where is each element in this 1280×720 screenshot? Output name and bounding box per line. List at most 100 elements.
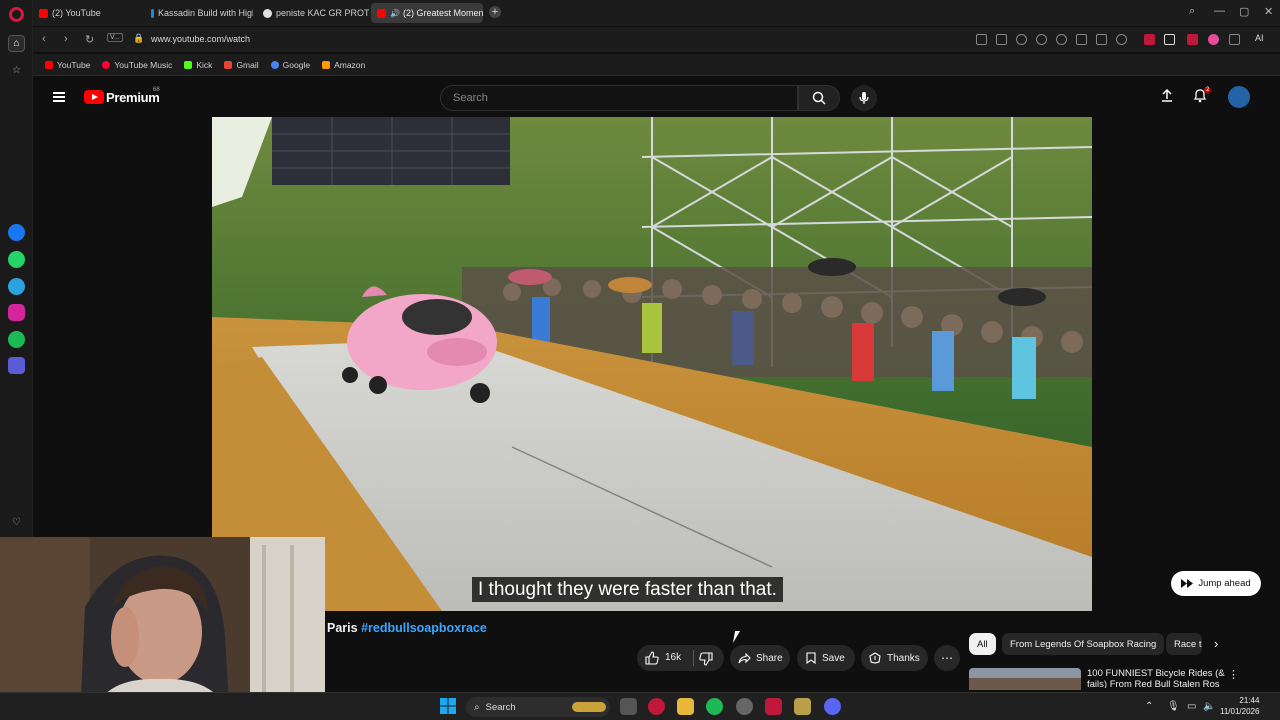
url-field[interactable]: www.youtube.com/watch (151, 34, 250, 44)
chips-next-icon[interactable]: › (1214, 636, 1218, 651)
video-caption: I thought they were faster than that. (472, 577, 783, 602)
dislike-button[interactable] (699, 652, 713, 669)
minimize-button[interactable]: — (1214, 5, 1225, 17)
youtube-logo-icon[interactable] (84, 90, 104, 104)
maximize-button[interactable]: ▢ (1239, 5, 1249, 18)
forward-icon[interactable]: › (64, 33, 68, 45)
search-input[interactable]: Search (440, 85, 798, 111)
reload-icon[interactable]: ↻ (85, 33, 94, 46)
extensions-icon[interactable] (1229, 34, 1240, 45)
camera-icon[interactable] (996, 34, 1007, 45)
microphone-tray-icon[interactable]: 🎙 (1167, 701, 1180, 712)
like-button[interactable] (645, 651, 659, 668)
monitor-tray-icon[interactable]: ▭ (1187, 701, 1196, 712)
avatar[interactable] (1228, 86, 1250, 108)
messenger-icon[interactable] (8, 224, 25, 241)
tab-kassadin[interactable]: Kassadin Build with Highe (145, 3, 253, 23)
chip-all[interactable]: All (969, 633, 996, 655)
edit-icon[interactable] (976, 34, 987, 45)
youtube-header: Premium 68 Search 2 (36, 82, 1280, 114)
more-actions-button[interactable]: ⋯ (934, 645, 960, 671)
vpn-badge[interactable]: V... (107, 33, 123, 42)
tray-expand-icon[interactable]: ⌃ (1145, 701, 1153, 712)
lock-icon[interactable]: 🔒 (133, 33, 144, 44)
bookmark-gmail[interactable]: Gmail (224, 60, 259, 70)
bookmark-youtube-music[interactable]: YouTube Music (102, 60, 172, 70)
opera-logo-icon[interactable] (9, 7, 24, 22)
menu-icon[interactable] (53, 92, 65, 102)
speaker-icon[interactable]: 🔊 (390, 9, 400, 18)
thanks-button[interactable]: Thanks (861, 645, 928, 671)
tab-google-search[interactable]: peniste KAC GR PROTEIN (257, 3, 369, 23)
close-window-button[interactable]: ✕ (1264, 5, 1273, 18)
title-text: Paris (327, 621, 358, 635)
search-highlight-icon (572, 702, 606, 712)
tab-greatest-moments[interactable]: 🔊 (2) Greatest Moments (371, 3, 483, 23)
home-icon[interactable]: ⌂ (8, 35, 25, 52)
chip-race[interactable]: Race t (1166, 633, 1202, 655)
windows-taskbar: ⌕ Search ⌃ 🎙 ▭ 🔈 21:44 11/01/2026 (0, 692, 1280, 720)
tab-youtube[interactable]: (2) YouTube (33, 3, 143, 23)
extension-icon[interactable] (1144, 34, 1155, 45)
recommendation-thumbnail[interactable] (969, 668, 1081, 690)
windows-start-icon[interactable] (440, 698, 456, 714)
rec-more-icon[interactable]: ⋮ (1228, 668, 1239, 681)
video-frame (212, 117, 1092, 611)
menu-list-icon[interactable] (1096, 34, 1107, 45)
voice-search-button[interactable] (851, 85, 877, 111)
system-clock[interactable]: 21:44 11/01/2026 (1220, 695, 1259, 717)
bookmark-label: Amazon (334, 59, 366, 70)
jump-ahead-button[interactable]: Jump ahead (1171, 571, 1261, 596)
star-icon[interactable]: ☆ (8, 62, 25, 79)
google-favicon-icon (263, 8, 272, 18)
heart-icon[interactable] (1056, 34, 1067, 45)
rec-title-line: 100 FUNNIEST Bicycle Rides (& (1087, 668, 1225, 679)
instagram-icon[interactable] (8, 304, 25, 321)
opera-gx-icon[interactable] (648, 698, 665, 715)
bookmark-google[interactable]: Google (270, 59, 311, 70)
obs-icon[interactable] (736, 698, 753, 715)
spotify-taskbar-icon[interactable] (706, 698, 723, 715)
share-button[interactable]: Share (730, 645, 790, 671)
ai-button[interactable]: AI (1255, 33, 1264, 43)
whatsapp-icon[interactable] (8, 251, 25, 268)
telegram-icon[interactable] (8, 278, 25, 295)
thumbnail-image (969, 668, 1081, 690)
youtube-premium-label[interactable]: Premium (106, 90, 160, 105)
upload-icon[interactable] (1160, 88, 1174, 105)
task-view-icon[interactable] (620, 698, 637, 715)
extension-icon[interactable] (1208, 34, 1219, 45)
discord-icon[interactable] (824, 698, 841, 715)
spotify-icon[interactable] (8, 331, 25, 348)
bookmark-amazon[interactable]: Amazon (322, 60, 365, 70)
search-button[interactable] (798, 85, 840, 111)
extension-icon[interactable] (1187, 34, 1198, 45)
chip-from-legends[interactable]: From Legends Of Soapbox Racing (1002, 633, 1165, 655)
bookmark-youtube[interactable]: YouTube (45, 60, 90, 70)
volume-tray-icon[interactable]: 🔈 (1203, 701, 1215, 712)
bookmark-kick[interactable]: Kick (184, 60, 212, 70)
video-player[interactable] (212, 117, 1092, 611)
player-icon[interactable] (8, 357, 25, 374)
back-icon[interactable]: ‹ (42, 33, 46, 45)
extension-icon[interactable] (1164, 34, 1175, 45)
profile-icon[interactable] (1116, 34, 1127, 45)
new-tab-button[interactable]: + (489, 6, 501, 18)
download-icon[interactable] (1076, 34, 1087, 45)
search-tabs-icon[interactable]: ⌕ (1189, 5, 1195, 18)
heart-icon[interactable]: ♡ (8, 514, 25, 531)
bookmark-label: Google (282, 59, 311, 70)
screen: ⌂ ☆ ♡ (2) YouTube Kassadin Build with Hi… (0, 0, 1280, 720)
file-explorer-icon[interactable] (677, 698, 694, 715)
search-placeholder: Search (453, 92, 488, 104)
recommendation-title[interactable]: 100 FUNNIEST Bicycle Rides (& fails) Fro… (1087, 668, 1227, 688)
youtube-icon (45, 60, 53, 69)
riot-client-icon[interactable] (765, 698, 782, 715)
league-icon[interactable] (794, 698, 811, 715)
play-icon[interactable] (1036, 34, 1047, 45)
shield-icon[interactable] (1016, 34, 1027, 45)
taskbar-search[interactable]: ⌕ Search (466, 697, 610, 717)
hashtag-link[interactable]: #redbullsoapboxrace (361, 621, 487, 635)
save-button[interactable]: Save (797, 645, 855, 671)
youtube-favicon-icon (39, 8, 48, 18)
